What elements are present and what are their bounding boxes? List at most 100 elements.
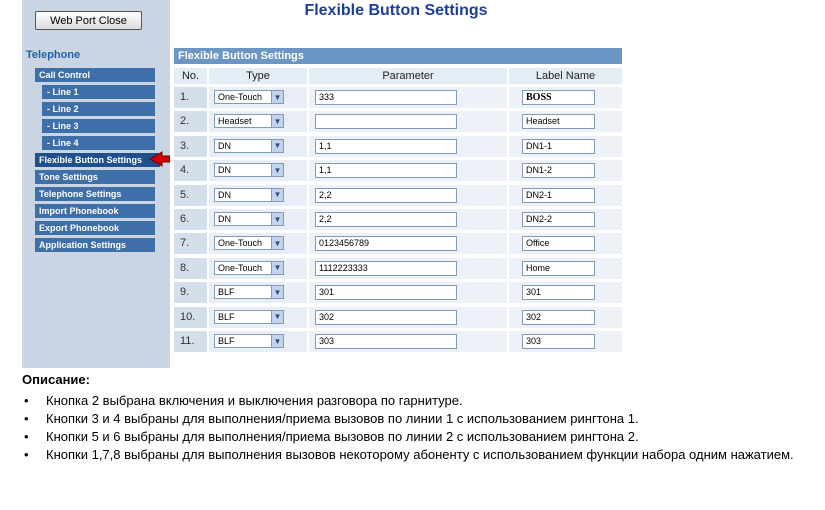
- chevron-down-icon[interactable]: ▼: [271, 285, 284, 300]
- bullet-text: Кнопки 1,7,8 выбраны для выполнения вызо…: [46, 447, 794, 462]
- parameter-cell: 2,2: [309, 184, 507, 206]
- bullet-text: Кнопки 5 и 6 выбраны для выполнения/прие…: [46, 429, 639, 444]
- parameter-input[interactable]: 2,2: [315, 212, 457, 227]
- bullet-text: Кнопки 3 и 4 выбраны для выполнения/прие…: [46, 411, 639, 426]
- label-name-input[interactable]: 301: [522, 285, 595, 301]
- bullet-dot-icon: •: [24, 447, 29, 462]
- type-cell: One-Touch ▼: [209, 257, 307, 279]
- parameter-cell: 302: [309, 306, 507, 328]
- bullet-dot-icon: •: [24, 411, 29, 426]
- row-number: 2.: [174, 111, 207, 133]
- label-name-input[interactable]: Home: [522, 260, 595, 276]
- label-name-input[interactable]: DN2-2: [522, 212, 595, 227]
- bullet-dot-icon: •: [24, 393, 29, 408]
- sidebar-item[interactable]: Tone Settings: [35, 170, 155, 184]
- description-bullet: • Кнопки 1,7,8 выбраны для выполнения выз…: [22, 447, 822, 463]
- sidebar-item[interactable]: - Line 1: [42, 85, 155, 99]
- table-row: 4. DN ▼ 1,1 DN1-2: [174, 160, 622, 182]
- parameter-cell: 1,1: [309, 135, 507, 157]
- parameter-input[interactable]: 333: [315, 90, 457, 105]
- chevron-down-icon[interactable]: ▼: [271, 260, 284, 275]
- parameter-cell: 301: [309, 282, 507, 304]
- label-name-input[interactable]: DN2-1: [522, 187, 595, 203]
- parameter-input[interactable]: 302: [315, 309, 457, 325]
- chevron-down-icon[interactable]: ▼: [271, 114, 284, 129]
- label-cell: Headset: [509, 111, 622, 133]
- parameter-input[interactable]: 1112223333: [315, 260, 457, 276]
- chevron-down-icon[interactable]: ▼: [271, 309, 284, 324]
- main-content: Flexible Button Settings Flexible Button…: [170, 0, 622, 368]
- sidebar-item[interactable]: Export Phonebook: [35, 221, 155, 235]
- web-port-close-button[interactable]: Web Port Close: [35, 11, 142, 30]
- parameter-cell: 0123456789: [309, 233, 507, 255]
- description-bullet: • Кнопки 5 и 6 выбраны для выполнения/при…: [22, 429, 822, 445]
- description-bullet: • Кнопки 3 и 4 выбраны для выполнения/при…: [22, 411, 822, 427]
- row-number: 6.: [174, 209, 207, 230]
- sidebar-item[interactable]: - Line 4: [42, 136, 155, 150]
- parameter-cell: 1,1: [309, 160, 507, 182]
- parameter-input[interactable]: 301: [315, 285, 457, 301]
- table-row: 8. One-Touch ▼ 1112223333 Home: [174, 257, 622, 280]
- label-name-input[interactable]: 303: [522, 334, 595, 349]
- row-number: 5.: [174, 184, 207, 206]
- sidebar-item[interactable]: - Line 2: [42, 102, 155, 116]
- chevron-down-icon[interactable]: ▼: [271, 236, 284, 251]
- type-cell: DN ▼: [209, 135, 307, 157]
- parameter-cell: 1112223333: [309, 257, 507, 279]
- type-cell: DN ▼: [209, 184, 307, 206]
- sidebar-item[interactable]: - Line 3: [42, 119, 155, 133]
- parameter-cell: 303: [309, 331, 507, 352]
- chevron-down-icon[interactable]: ▼: [271, 138, 284, 153]
- label-name-input[interactable]: DN1-2: [522, 163, 595, 179]
- chevron-down-icon[interactable]: ▼: [271, 163, 284, 178]
- row-number: 4.: [174, 160, 207, 182]
- parameter-input[interactable]: 303: [315, 334, 457, 349]
- parameter-input[interactable]: 1,1: [315, 138, 457, 154]
- type-cell: One-Touch ▼: [209, 87, 307, 108]
- label-name-input[interactable]: Office: [522, 236, 595, 252]
- type-cell: BLF ▼: [209, 306, 307, 328]
- screenshot-panel: Web Port Close Telephone Call Control - L…: [22, 0, 622, 368]
- label-cell: BOSS: [509, 87, 622, 108]
- sidebar-item[interactable]: Call Control: [35, 68, 155, 82]
- table-row: 6. DN ▼ 2,2 DN2-2: [174, 209, 622, 231]
- chevron-down-icon[interactable]: ▼: [271, 334, 284, 348]
- parameter-input[interactable]: 1,1: [315, 163, 457, 179]
- label-name-input[interactable]: DN1-1: [522, 138, 595, 154]
- parameter-input[interactable]: [315, 114, 457, 130]
- chevron-down-icon[interactable]: ▼: [271, 187, 284, 202]
- sidebar-item[interactable]: Import Phonebook: [35, 204, 155, 218]
- table-row: 2. Headset ▼ Headset: [174, 111, 622, 133]
- row-number: 8.: [174, 257, 207, 279]
- parameter-cell: 333: [309, 87, 507, 108]
- column-header-label-name: Label Name: [509, 68, 622, 84]
- sidebar-section-title: Telephone: [26, 49, 81, 61]
- column-header-parameter: Parameter: [309, 68, 507, 84]
- type-cell: BLF ▼: [209, 331, 307, 352]
- sidebar-item[interactable]: Flexible Button Settings: [35, 153, 160, 167]
- label-name-input[interactable]: Headset: [522, 114, 595, 130]
- label-cell: Office: [509, 233, 622, 255]
- column-header-type: Type: [209, 68, 307, 84]
- sidebar: Web Port Close Telephone Call Control - L…: [22, 0, 191, 368]
- table-row: 10. BLF ▼ 302 302: [174, 306, 622, 329]
- label-name-input[interactable]: BOSS: [522, 90, 595, 105]
- parameter-input[interactable]: 0123456789: [315, 236, 457, 252]
- label-cell: DN2-2: [509, 209, 622, 230]
- description-title: Описание:: [22, 372, 90, 387]
- row-number: 7.: [174, 233, 207, 255]
- page-title: Flexible Button Settings: [304, 2, 488, 19]
- label-name-input[interactable]: 302: [522, 309, 595, 325]
- sidebar-item[interactable]: Application Settings: [35, 238, 155, 252]
- chevron-down-icon[interactable]: ▼: [271, 212, 284, 226]
- bullet-dot-icon: •: [24, 429, 29, 444]
- description-bullet: • Кнопка 2 выбрана включения и выключения…: [22, 393, 822, 409]
- chevron-down-icon[interactable]: ▼: [271, 90, 284, 104]
- parameter-input[interactable]: 2,2: [315, 187, 457, 203]
- type-cell: One-Touch ▼: [209, 233, 307, 255]
- label-cell: DN2-1: [509, 184, 622, 206]
- type-cell: BLF ▼: [209, 282, 307, 304]
- row-number: 3.: [174, 135, 207, 157]
- sidebar-item[interactable]: Telephone Settings: [35, 187, 155, 201]
- table-row: 11. BLF ▼ 303 303: [174, 331, 622, 353]
